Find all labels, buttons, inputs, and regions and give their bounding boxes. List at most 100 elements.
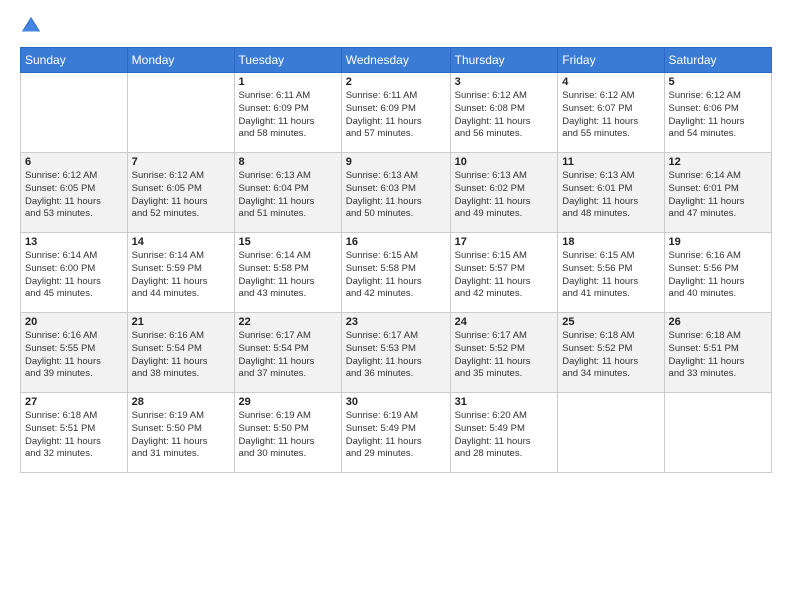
day-info: Sunrise: 6:13 AM Sunset: 6:04 PM Dayligh… (239, 170, 337, 221)
weekday-header-monday: Monday (127, 48, 234, 73)
logo (20, 15, 46, 37)
page-header (20, 15, 772, 37)
day-number: 30 (346, 396, 446, 408)
day-number: 7 (132, 156, 230, 168)
calendar-cell (127, 73, 234, 153)
calendar-cell: 13 Sunrise: 6:14 AM Sunset: 6:00 PM Dayli… (21, 233, 128, 313)
day-number: 26 (669, 316, 767, 328)
day-number: 20 (25, 316, 123, 328)
calendar-cell: 12 Sunrise: 6:14 AM Sunset: 6:01 PM Dayli… (664, 153, 771, 233)
weekday-header-saturday: Saturday (664, 48, 771, 73)
day-info: Sunrise: 6:20 AM Sunset: 5:49 PM Dayligh… (455, 410, 554, 461)
day-info: Sunrise: 6:18 AM Sunset: 5:52 PM Dayligh… (562, 330, 659, 381)
day-info: Sunrise: 6:18 AM Sunset: 5:51 PM Dayligh… (25, 410, 123, 461)
day-info: Sunrise: 6:11 AM Sunset: 6:09 PM Dayligh… (346, 90, 446, 141)
day-info: Sunrise: 6:15 AM Sunset: 5:58 PM Dayligh… (346, 250, 446, 301)
day-number: 18 (562, 236, 659, 248)
calendar-week-5: 27 Sunrise: 6:18 AM Sunset: 5:51 PM Dayli… (21, 393, 772, 473)
day-number: 8 (239, 156, 337, 168)
day-info: Sunrise: 6:18 AM Sunset: 5:51 PM Dayligh… (669, 330, 767, 381)
day-info: Sunrise: 6:17 AM Sunset: 5:54 PM Dayligh… (239, 330, 337, 381)
day-info: Sunrise: 6:15 AM Sunset: 5:57 PM Dayligh… (455, 250, 554, 301)
day-number: 3 (455, 76, 554, 88)
day-number: 13 (25, 236, 123, 248)
weekday-header-friday: Friday (558, 48, 664, 73)
calendar-cell: 15 Sunrise: 6:14 AM Sunset: 5:58 PM Dayli… (234, 233, 341, 313)
calendar-cell: 29Sunrise: 6:19 AM Sunset: 5:50 PM Dayli… (234, 393, 341, 473)
calendar-cell (21, 73, 128, 153)
day-info: Sunrise: 6:16 AM Sunset: 5:54 PM Dayligh… (132, 330, 230, 381)
day-info: Sunrise: 6:12 AM Sunset: 6:06 PM Dayligh… (669, 90, 767, 141)
calendar-cell: 17 Sunrise: 6:15 AM Sunset: 5:57 PM Dayli… (450, 233, 558, 313)
day-info: Sunrise: 6:17 AM Sunset: 5:53 PM Dayligh… (346, 330, 446, 381)
calendar-cell: 23 Sunrise: 6:17 AM Sunset: 5:53 PM Dayli… (341, 313, 450, 393)
weekday-header-row: SundayMondayTuesdayWednesdayThursdayFrid… (21, 48, 772, 73)
day-info: Sunrise: 6:12 AM Sunset: 6:05 PM Dayligh… (25, 170, 123, 221)
day-info: Sunrise: 6:19 AM Sunset: 5:49 PM Dayligh… (346, 410, 446, 461)
calendar-page: SundayMondayTuesdayWednesdayThursdayFrid… (0, 0, 792, 612)
calendar-cell: 8 Sunrise: 6:13 AM Sunset: 6:04 PM Daylig… (234, 153, 341, 233)
logo-icon (20, 15, 42, 37)
day-number: 16 (346, 236, 446, 248)
calendar-cell: 14Sunrise: 6:14 AM Sunset: 5:59 PM Dayli… (127, 233, 234, 313)
day-number: 22 (239, 316, 337, 328)
calendar-week-4: 20 Sunrise: 6:16 AM Sunset: 5:55 PM Dayli… (21, 313, 772, 393)
weekday-header-thursday: Thursday (450, 48, 558, 73)
day-number: 31 (455, 396, 554, 408)
calendar-cell: 30 Sunrise: 6:19 AM Sunset: 5:49 PM Dayli… (341, 393, 450, 473)
day-number: 23 (346, 316, 446, 328)
calendar-cell: 6 Sunrise: 6:12 AM Sunset: 6:05 PM Daylig… (21, 153, 128, 233)
calendar-cell: 31 Sunrise: 6:20 AM Sunset: 5:49 PM Dayli… (450, 393, 558, 473)
calendar-cell: 1 Sunrise: 6:11 AM Sunset: 6:09 PM Daylig… (234, 73, 341, 153)
calendar-week-2: 6 Sunrise: 6:12 AM Sunset: 6:05 PM Daylig… (21, 153, 772, 233)
calendar-cell: 16 Sunrise: 6:15 AM Sunset: 5:58 PM Dayli… (341, 233, 450, 313)
day-info: Sunrise: 6:14 AM Sunset: 5:58 PM Dayligh… (239, 250, 337, 301)
day-number: 5 (669, 76, 767, 88)
day-info: Sunrise: 6:17 AM Sunset: 5:52 PM Dayligh… (455, 330, 554, 381)
day-number: 25 (562, 316, 659, 328)
day-info: Sunrise: 6:16 AM Sunset: 5:56 PM Dayligh… (669, 250, 767, 301)
weekday-header-wednesday: Wednesday (341, 48, 450, 73)
day-number: 12 (669, 156, 767, 168)
day-number: 15 (239, 236, 337, 248)
day-info: Sunrise: 6:15 AM Sunset: 5:56 PM Dayligh… (562, 250, 659, 301)
day-info: Sunrise: 6:13 AM Sunset: 6:03 PM Dayligh… (346, 170, 446, 221)
calendar-cell: 5 Sunrise: 6:12 AM Sunset: 6:06 PM Daylig… (664, 73, 771, 153)
calendar-cell: 9Sunrise: 6:13 AM Sunset: 6:03 PM Daylig… (341, 153, 450, 233)
day-number: 6 (25, 156, 123, 168)
calendar-cell: 27 Sunrise: 6:18 AM Sunset: 5:51 PM Dayli… (21, 393, 128, 473)
calendar-cell: 18 Sunrise: 6:15 AM Sunset: 5:56 PM Dayli… (558, 233, 664, 313)
day-number: 19 (669, 236, 767, 248)
day-number: 1 (239, 76, 337, 88)
day-info: Sunrise: 6:13 AM Sunset: 6:02 PM Dayligh… (455, 170, 554, 221)
calendar-cell: 7Sunrise: 6:12 AM Sunset: 6:05 PM Daylig… (127, 153, 234, 233)
calendar-cell: 3 Sunrise: 6:12 AM Sunset: 6:08 PM Daylig… (450, 73, 558, 153)
day-number: 24 (455, 316, 554, 328)
calendar-body: 1 Sunrise: 6:11 AM Sunset: 6:09 PM Daylig… (21, 73, 772, 473)
day-info: Sunrise: 6:12 AM Sunset: 6:08 PM Dayligh… (455, 90, 554, 141)
weekday-header-sunday: Sunday (21, 48, 128, 73)
calendar-cell: 10Sunrise: 6:13 AM Sunset: 6:02 PM Dayli… (450, 153, 558, 233)
calendar-week-3: 13 Sunrise: 6:14 AM Sunset: 6:00 PM Dayli… (21, 233, 772, 313)
day-number: 28 (132, 396, 230, 408)
calendar-cell (558, 393, 664, 473)
day-info: Sunrise: 6:14 AM Sunset: 6:01 PM Dayligh… (669, 170, 767, 221)
day-number: 17 (455, 236, 554, 248)
calendar-cell (664, 393, 771, 473)
day-info: Sunrise: 6:11 AM Sunset: 6:09 PM Dayligh… (239, 90, 337, 141)
calendar-week-1: 1 Sunrise: 6:11 AM Sunset: 6:09 PM Daylig… (21, 73, 772, 153)
calendar-cell: 22 Sunrise: 6:17 AM Sunset: 5:54 PM Dayli… (234, 313, 341, 393)
calendar-cell: 25 Sunrise: 6:18 AM Sunset: 5:52 PM Dayli… (558, 313, 664, 393)
calendar-cell: 20 Sunrise: 6:16 AM Sunset: 5:55 PM Dayli… (21, 313, 128, 393)
calendar-cell: 28 Sunrise: 6:19 AM Sunset: 5:50 PM Dayli… (127, 393, 234, 473)
day-info: Sunrise: 6:19 AM Sunset: 5:50 PM Dayligh… (132, 410, 230, 461)
day-number: 2 (346, 76, 446, 88)
calendar-cell: 24 Sunrise: 6:17 AM Sunset: 5:52 PM Dayli… (450, 313, 558, 393)
day-info: Sunrise: 6:14 AM Sunset: 6:00 PM Dayligh… (25, 250, 123, 301)
calendar-cell: 26 Sunrise: 6:18 AM Sunset: 5:51 PM Dayli… (664, 313, 771, 393)
day-number: 27 (25, 396, 123, 408)
calendar-cell: 21Sunrise: 6:16 AM Sunset: 5:54 PM Dayli… (127, 313, 234, 393)
calendar-cell: 11Sunrise: 6:13 AM Sunset: 6:01 PM Dayli… (558, 153, 664, 233)
day-info: Sunrise: 6:16 AM Sunset: 5:55 PM Dayligh… (25, 330, 123, 381)
day-info: Sunrise: 6:14 AM Sunset: 5:59 PM Dayligh… (132, 250, 230, 301)
